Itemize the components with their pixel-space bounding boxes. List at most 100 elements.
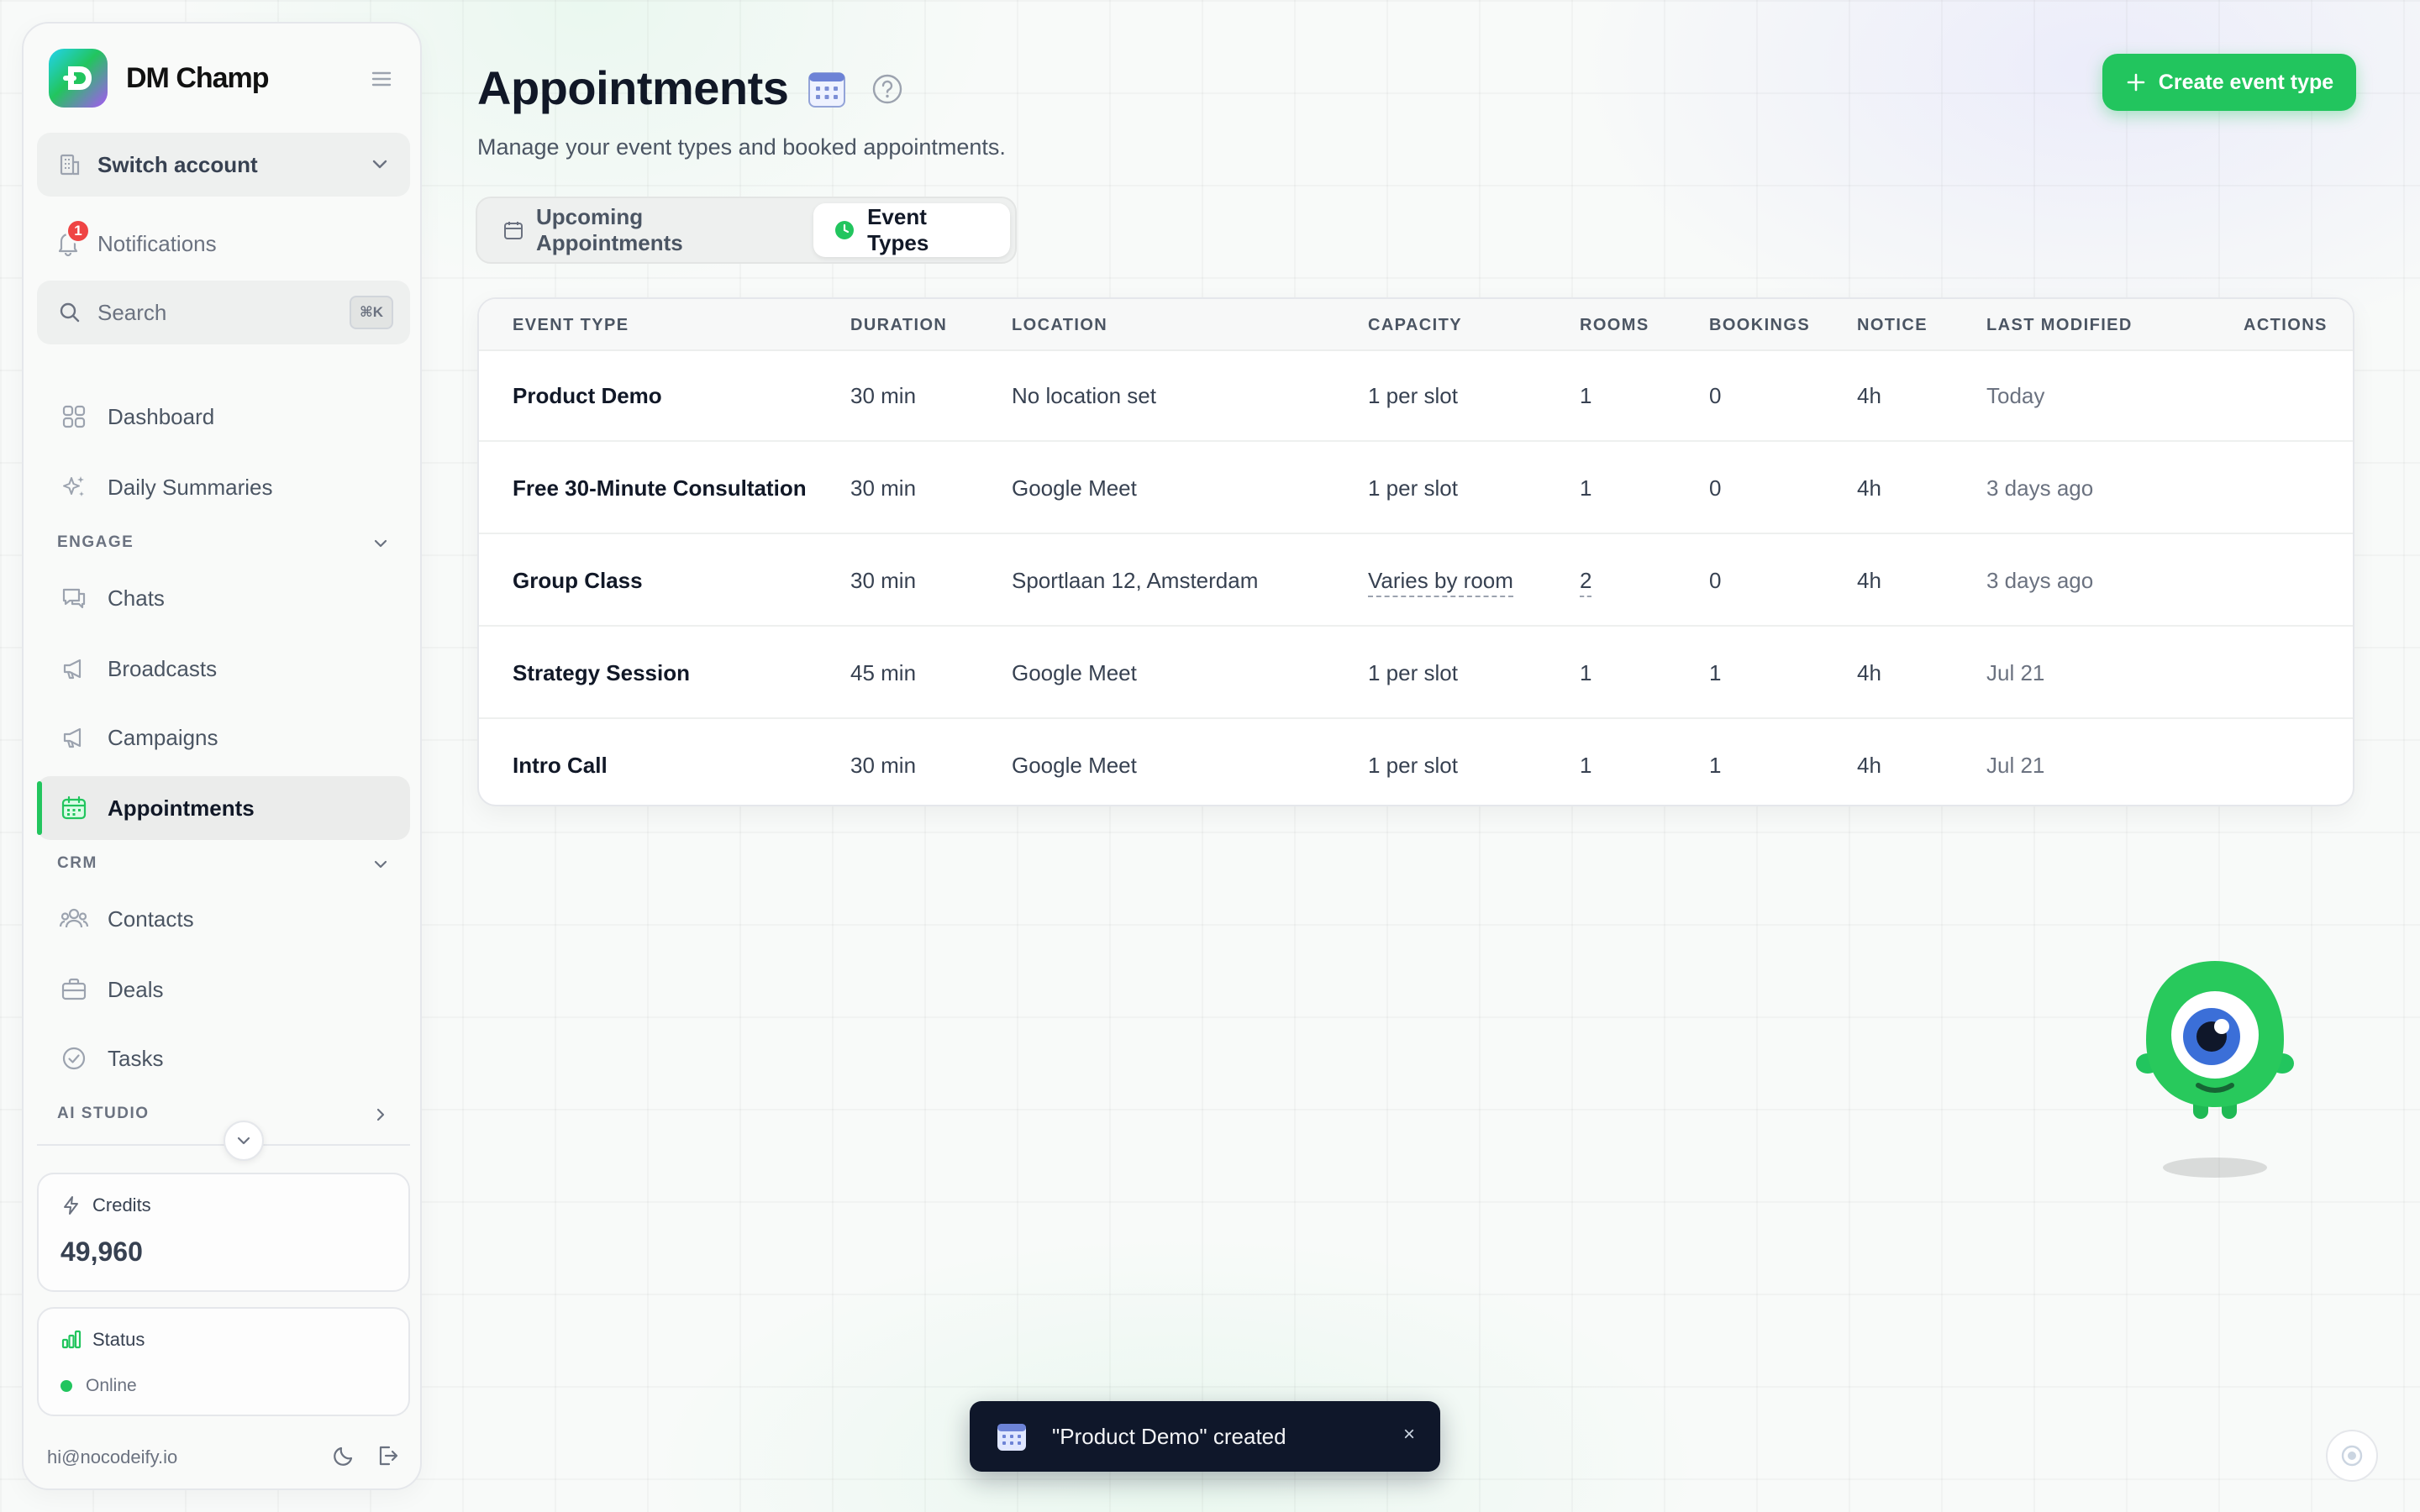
table-row[interactable]: Product Demo 30 min No location set 1 pe… <box>479 351 2353 442</box>
event-capacity: 1 per slot <box>1368 383 1458 408</box>
user-email: hi@nocodeify.io <box>47 1446 178 1467</box>
plus-icon <box>2125 71 2147 93</box>
table-row[interactable]: Group Class 30 min Sportlaan 12, Amsterd… <box>479 536 2353 627</box>
event-rooms: 1 <box>1580 753 1592 778</box>
table-row[interactable]: Strategy Session 45 min Google Meet 1 pe… <box>479 628 2353 719</box>
tab-bar: Upcoming Appointments Event Types <box>476 197 1017 264</box>
event-last-modified: 3 days ago <box>1986 568 2094 593</box>
settings-target-button[interactable] <box>2326 1430 2378 1482</box>
calendar-icon <box>995 1420 1028 1453</box>
scroll-down-button[interactable] <box>224 1121 264 1161</box>
page-title: Appointments <box>477 61 789 114</box>
briefcase-icon <box>59 974 89 1005</box>
check-circle-icon <box>59 1043 89 1074</box>
sidebar-item-label: Tasks <box>108 1045 164 1071</box>
logout-icon[interactable] <box>375 1443 400 1468</box>
bar-chart-icon <box>60 1329 82 1351</box>
event-capacity[interactable]: Varies by room <box>1368 568 1513 597</box>
section-crm[interactable]: CRM <box>57 848 410 879</box>
search-icon <box>57 300 82 325</box>
column-duration: DURATION <box>850 316 948 334</box>
sidebar-item-contacts[interactable]: Contacts <box>37 887 410 951</box>
sidebar-item-label: Dashboard <box>108 403 215 429</box>
status-label: Status <box>92 1329 145 1350</box>
notifications-label: Notifications <box>97 230 217 256</box>
status-dot <box>60 1380 72 1392</box>
event-rooms[interactable]: 2 <box>1580 568 1592 597</box>
notifications-item[interactable]: 1 Notifications <box>54 218 217 269</box>
sidebar-item-tasks[interactable]: Tasks <box>37 1026 410 1090</box>
event-bookings: 0 <box>1709 475 1722 501</box>
event-duration: 45 min <box>850 660 917 685</box>
create-event-type-label: Create event type <box>2158 70 2334 94</box>
calendar-icon <box>502 219 524 241</box>
toast-message: "Product Demo" created <box>1052 1423 1286 1449</box>
sidebar-item-label: Appointments <box>108 795 255 821</box>
event-bookings: 1 <box>1709 660 1722 685</box>
chevron-down-icon <box>371 534 390 553</box>
event-name: Strategy Session <box>513 660 690 685</box>
event-rooms: 1 <box>1580 475 1592 501</box>
section-engage[interactable]: ENGAGE <box>57 528 410 558</box>
column-notice: NOTICE <box>1857 316 1928 334</box>
sidebar-item-dashboard[interactable]: Dashboard <box>37 385 410 449</box>
brand-name: DM Champ <box>126 61 270 94</box>
event-name: Intro Call <box>513 753 608 778</box>
tab-event-types[interactable]: Event Types <box>813 203 1010 257</box>
menu-toggle-icon[interactable] <box>366 64 397 94</box>
column-bookings: BOOKINGS <box>1709 316 1811 334</box>
sidebar-item-campaigns[interactable]: Campaigns <box>37 706 410 769</box>
calendar-icon <box>59 793 89 823</box>
credits-label: Credits <box>92 1194 151 1215</box>
sidebar-item-deals[interactable]: Deals <box>37 958 410 1021</box>
notification-badge: 1 <box>66 218 91 244</box>
event-location: No location set <box>1012 383 1156 408</box>
switch-account-button[interactable]: Switch account <box>37 133 410 197</box>
event-location: Google Meet <box>1012 660 1137 685</box>
moon-icon[interactable] <box>331 1443 356 1468</box>
clock-icon <box>834 219 855 241</box>
table-header: EVENT TYPE DURATION LOCATION CAPACITY RO… <box>479 299 2353 351</box>
event-notice: 4h <box>1857 568 1881 593</box>
chevron-down-icon <box>234 1131 254 1151</box>
event-capacity: 1 per slot <box>1368 475 1458 501</box>
sidebar-item-label: Broadcasts <box>108 655 218 681</box>
chat-icon <box>59 583 89 613</box>
mascot-assistant-icon[interactable] <box>2131 956 2299 1191</box>
sidebar-item-broadcasts[interactable]: Broadcasts <box>37 637 410 701</box>
column-capacity: CAPACITY <box>1368 316 1462 334</box>
help-icon[interactable] <box>871 72 904 106</box>
chevron-down-icon <box>371 855 390 874</box>
event-notice: 4h <box>1857 660 1881 685</box>
create-event-type-button[interactable]: Create event type <box>2102 54 2356 111</box>
brand[interactable]: DM Champ <box>49 49 270 108</box>
switch-account-label: Switch account <box>97 151 258 177</box>
column-location: LOCATION <box>1012 316 1108 334</box>
sidebar-item-label: Contacts <box>108 906 194 932</box>
toast-notification: "Product Demo" created × <box>970 1401 1440 1472</box>
event-location: Google Meet <box>1012 475 1137 501</box>
close-icon[interactable]: × <box>1403 1423 1415 1446</box>
sidebar-item-appointments[interactable]: Appointments <box>37 776 410 840</box>
event-notice: 4h <box>1857 753 1881 778</box>
section-crm-label: CRM <box>57 854 97 872</box>
table-row[interactable]: Intro Call 30 min Google Meet 1 per slot… <box>479 721 2353 805</box>
users-icon <box>59 904 89 934</box>
sidebar-item-chats[interactable]: Chats <box>37 566 410 630</box>
section-engage-label: ENGAGE <box>57 533 134 551</box>
event-last-modified: Jul 21 <box>1986 753 2045 778</box>
event-name: Group Class <box>513 568 643 593</box>
calendar-icon <box>807 69 847 109</box>
sparkles-icon <box>59 472 89 502</box>
tab-upcoming-appointments[interactable]: Upcoming Appointments <box>482 203 813 257</box>
event-name: Product Demo <box>513 383 662 408</box>
event-types-table: EVENT TYPE DURATION LOCATION CAPACITY RO… <box>477 297 2354 806</box>
grid-icon <box>59 402 89 432</box>
credits-card: Credits 49,960 <box>37 1173 410 1292</box>
building-icon <box>57 152 82 177</box>
megaphone-icon <box>59 654 89 684</box>
table-row[interactable]: Free 30-Minute Consultation 30 min Googl… <box>479 444 2353 534</box>
sidebar-item-daily-summaries[interactable]: Daily Summaries <box>37 455 410 519</box>
search-input[interactable]: Search ⌘K <box>37 281 410 344</box>
event-duration: 30 min <box>850 383 917 408</box>
